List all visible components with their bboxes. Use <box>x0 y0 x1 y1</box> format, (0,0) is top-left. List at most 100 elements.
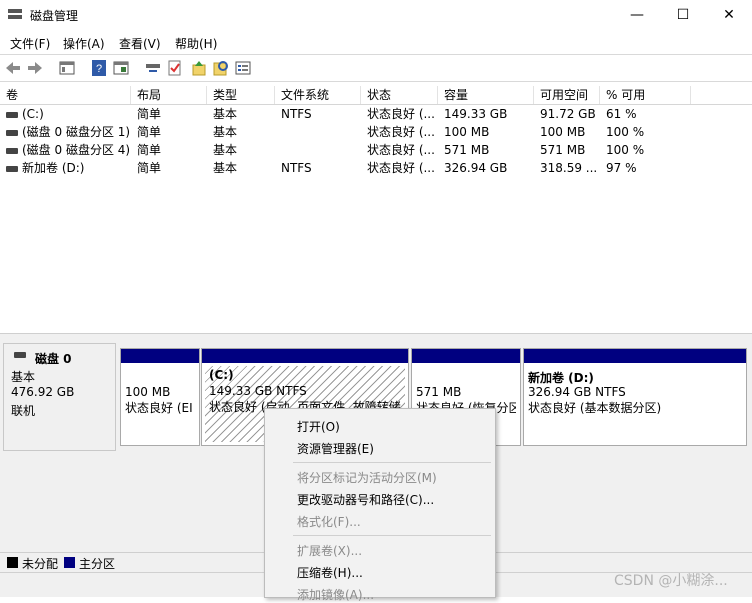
maximize-icon: ☐ <box>676 7 690 23</box>
menu-shrink-volume[interactable]: 压缩卷(H)... <box>297 564 363 581</box>
disk-size: 476.92 GB <box>11 385 75 399</box>
volume-row[interactable]: 新加卷 (D:) 简单 基本 NTFS 状态良好 (... 326.94 GB … <box>0 159 752 177</box>
help-icon[interactable]: ? <box>90 59 108 77</box>
menu-explorer[interactable]: 资源管理器(E) <box>297 440 374 457</box>
column-type[interactable]: 类型 <box>207 86 275 104</box>
disk-type: 基本 <box>11 370 36 384</box>
properties-icon[interactable] <box>58 59 76 77</box>
menu-file[interactable]: 文件(F) <box>10 35 50 52</box>
column-filesystem[interactable]: 文件系统 <box>275 86 361 104</box>
volume-capacity: 326.94 GB <box>444 161 508 175</box>
volume-pct: 100 % <box>606 125 645 139</box>
partition-size: 571 MB <box>416 385 462 399</box>
volume-layout: 简单 <box>137 161 162 175</box>
volume-name: 新加卷 (D:) <box>22 161 85 175</box>
column-layout[interactable]: 布局 <box>131 86 207 104</box>
partition-size: 100 MB <box>125 385 171 399</box>
forward-arrow-icon[interactable] <box>26 59 44 77</box>
disk-name: 磁盘 0 <box>35 352 72 366</box>
volume-type: 基本 <box>213 161 238 175</box>
volume-icon <box>6 147 18 154</box>
help-icon-glyph: ? <box>96 63 102 75</box>
volume-layout: 简单 <box>137 143 162 157</box>
volume-fs: NTFS <box>281 107 312 121</box>
volume-layout: 简单 <box>137 107 162 121</box>
disk-icon <box>14 352 26 358</box>
volume-free: 91.72 GB <box>540 107 596 121</box>
volume-free: 318.59 ... <box>540 161 598 175</box>
up-icon[interactable] <box>190 59 208 77</box>
view-list-icon[interactable] <box>234 59 252 77</box>
disk-management-icon <box>8 9 22 19</box>
menu-open[interactable]: 打开(O) <box>297 418 340 435</box>
volume-type: 基本 <box>213 107 238 121</box>
volume-free: 100 MB <box>540 125 586 139</box>
column-capacity[interactable]: 容量 <box>438 86 534 104</box>
volume-status: 状态良好 (... <box>367 143 435 157</box>
partition-size: 149.33 GB NTFS <box>209 384 307 398</box>
volume-name: (C:) <box>22 107 44 121</box>
volume-type: 基本 <box>213 143 238 157</box>
column-percent-free[interactable]: % 可用 <box>600 86 691 104</box>
partition-body: 100 MB 状态良好 (EI <box>125 369 195 441</box>
partition-header-bar <box>121 349 199 363</box>
menu-mark-active[interactable]: 将分区标记为活动分区(M) <box>297 469 437 486</box>
column-volume[interactable]: 卷 <box>0 86 131 104</box>
disk-state: 联机 <box>11 404 36 418</box>
menu-format[interactable]: 格式化(F)... <box>297 513 361 530</box>
unallocated-swatch <box>7 557 18 568</box>
menu-separator <box>293 462 491 463</box>
minimize-button[interactable]: — <box>614 0 660 30</box>
view-icon[interactable] <box>112 59 130 77</box>
menu-extend-volume[interactable]: 扩展卷(X)... <box>297 542 362 559</box>
menu-separator <box>293 535 491 536</box>
volume-name-cell: (C:) <box>6 105 44 123</box>
back-arrow-icon[interactable] <box>4 59 22 77</box>
window-title: 磁盘管理 <box>30 9 79 23</box>
connect-icon[interactable] <box>144 59 162 77</box>
maximize-button[interactable]: ☐ <box>660 0 706 30</box>
partition-block[interactable]: 100 MB 状态良好 (EI <box>120 348 200 446</box>
volume-status: 状态良好 (... <box>367 161 435 175</box>
partition-header-bar <box>412 349 520 363</box>
primary-swatch <box>64 557 75 568</box>
volume-name: (磁盘 0 磁盘分区 4) <box>22 143 131 157</box>
partition-header-bar <box>202 349 408 363</box>
partition-title <box>416 369 516 385</box>
menu-change-drive-letter[interactable]: 更改驱动器号和路径(C)... <box>297 491 434 508</box>
column-status[interactable]: 状态 <box>361 86 438 104</box>
volume-row[interactable]: (磁盘 0 磁盘分区 4) 简单 基本 状态良好 (... 571 MB 571… <box>0 141 752 159</box>
volume-pct: 97 % <box>606 161 637 175</box>
volume-fs: NTFS <box>281 161 312 175</box>
partition-block[interactable]: 新加卷 (D:) 326.94 GB NTFS 状态良好 (基本数据分区) <box>523 348 747 446</box>
menu-help[interactable]: 帮助(H) <box>175 35 217 52</box>
volume-icon <box>6 111 18 118</box>
volume-capacity: 100 MB <box>444 125 490 139</box>
search-icon[interactable] <box>212 59 230 77</box>
menu-action[interactable]: 操作(A) <box>63 35 105 52</box>
context-menu: 打开(O) 资源管理器(E) 将分区标记为活动分区(M) 更改驱动器号和路径(C… <box>264 408 496 602</box>
title-bar: 磁盘管理 — ☐ ✕ <box>0 0 752 30</box>
volume-layout: 简单 <box>137 125 162 139</box>
volume-pct: 100 % <box>606 143 645 157</box>
volume-name-cell: 新加卷 (D:) <box>6 159 84 177</box>
volume-free: 571 MB <box>540 143 586 157</box>
volume-name: (磁盘 0 磁盘分区 1) <box>22 125 131 139</box>
menu-bar: 文件(F) 操作(A) 查看(V) 帮助(H) <box>0 31 752 53</box>
partition-status: 状态良好 (基本数据分区) <box>528 401 662 415</box>
menu-view[interactable]: 查看(V) <box>119 35 161 52</box>
volume-row[interactable]: (磁盘 0 磁盘分区 1) 简单 基本 状态良好 (... 100 MB 100… <box>0 123 752 141</box>
legend-primary: 主分区 <box>79 557 116 571</box>
check-icon[interactable] <box>166 59 184 77</box>
column-free-space[interactable]: 可用空间 <box>534 86 600 104</box>
volume-status: 状态良好 (... <box>367 107 435 121</box>
watermark: CSDN @小糊涂... <box>614 573 728 589</box>
menu-add-mirror[interactable]: 添加镜像(A)... <box>297 586 374 603</box>
partition-title <box>125 369 195 385</box>
volume-type: 基本 <box>213 125 238 139</box>
close-button[interactable]: ✕ <box>706 0 752 30</box>
disk-info-panel[interactable]: 磁盘 0 基本 476.92 GB 联机 <box>3 343 116 451</box>
volume-row[interactable]: (C:) 简单 基本 NTFS 状态良好 (... 149.33 GB 91.7… <box>0 105 752 123</box>
volume-pct: 61 % <box>606 107 637 121</box>
close-icon: ✕ <box>723 7 735 23</box>
